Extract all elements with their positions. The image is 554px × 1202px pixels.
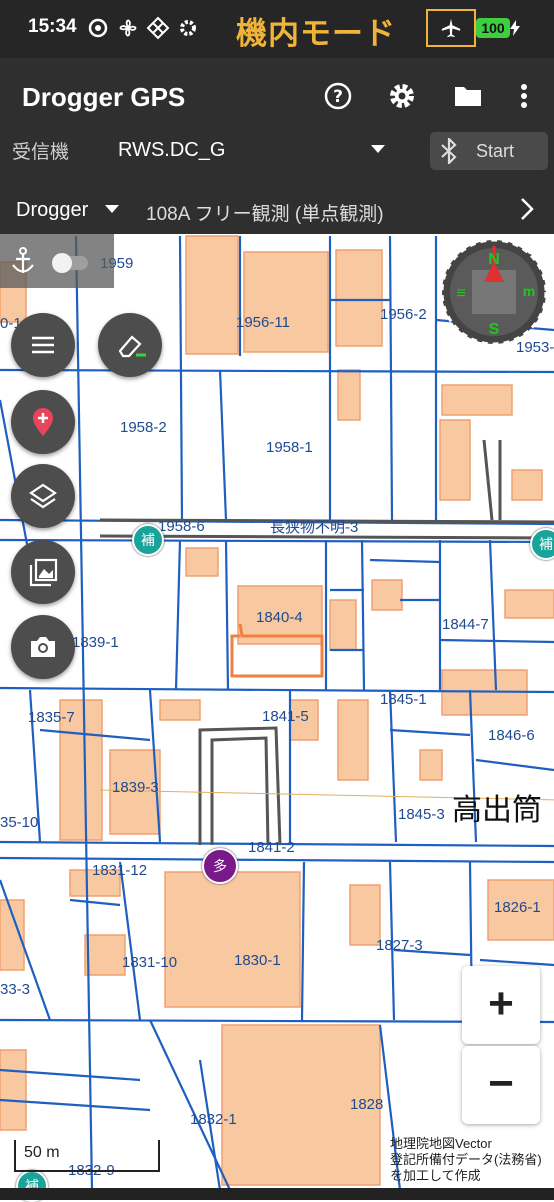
parcel-label: 1846-6 bbox=[488, 727, 535, 744]
attribution-line: 登記所備付データ(法務省) bbox=[390, 1152, 542, 1167]
eraser-button[interactable] bbox=[98, 313, 162, 377]
help-icon[interactable]: ? bbox=[322, 80, 354, 112]
status-time: 15:34 bbox=[28, 16, 77, 37]
bluetooth-icon bbox=[441, 138, 457, 164]
parcel-label: 1956-11 bbox=[236, 314, 290, 331]
parcel-label: 1840-4 bbox=[256, 609, 303, 626]
zoom-out-icon: − bbox=[488, 1059, 514, 1108]
parcel-label: 1956-2 bbox=[380, 306, 427, 323]
status-bar: 15:34 機内モード 100 bbox=[0, 0, 554, 58]
parcel-label: 1958-1 bbox=[266, 439, 313, 456]
parcel-label: 1826-1 bbox=[494, 899, 541, 916]
photo-library-icon bbox=[29, 558, 58, 587]
navigation-bar bbox=[0, 1188, 554, 1200]
parcel-label: 33-3 bbox=[0, 981, 30, 998]
parcel-label: 1835-7 bbox=[28, 709, 75, 726]
eraser-icon bbox=[118, 335, 146, 358]
receiver-select[interactable]: RWS.DC_G bbox=[118, 139, 225, 162]
battery-icon: 100 bbox=[476, 18, 510, 38]
scale-label: 50 m bbox=[24, 1144, 60, 1161]
add-point-button[interactable] bbox=[11, 390, 75, 454]
parcel-label: 1845-3 bbox=[398, 806, 445, 823]
parcel-label: 1839-1 bbox=[72, 634, 119, 651]
compass-icon[interactable]: N S ≡ m bbox=[440, 238, 548, 346]
zoom-in-icon: + bbox=[488, 979, 514, 1028]
more-icon[interactable] bbox=[508, 80, 540, 112]
parcel-label: 1832-1 bbox=[190, 1111, 237, 1128]
app-title: Drogger GPS bbox=[22, 82, 186, 112]
camera-icon bbox=[31, 637, 55, 657]
layers-button[interactable] bbox=[11, 464, 75, 528]
parcel-label: 1830-1 bbox=[234, 952, 281, 969]
parcel-label: 長狭物不明-3 bbox=[270, 519, 358, 536]
airplane-mode-label: 機内モード bbox=[236, 16, 396, 52]
anchor-panel bbox=[0, 234, 114, 288]
folder-icon[interactable] bbox=[452, 80, 484, 112]
parcel-label: 1839-3 bbox=[112, 779, 159, 796]
sync-icon bbox=[88, 18, 108, 38]
gear-icon bbox=[180, 20, 196, 36]
parcel-label: 35-10 bbox=[0, 814, 38, 831]
app-bar: Drogger GPS ? bbox=[0, 58, 554, 132]
survey-mode-label: 108A フリー観測 (単点観測) bbox=[146, 204, 384, 225]
attribution-line: を加工して作成 bbox=[390, 1168, 481, 1183]
multi-point-badge[interactable]: 多 bbox=[202, 848, 238, 884]
receiver-label: 受信機 bbox=[12, 142, 70, 163]
start-button[interactable]: Start bbox=[430, 132, 548, 170]
reference-point-badge[interactable]: 補 bbox=[530, 528, 554, 560]
charging-icon bbox=[510, 20, 520, 36]
profile-row: Drogger 108A フリー観測 (単点観測) bbox=[0, 186, 554, 234]
attribution-line: 地理院地図Vector bbox=[390, 1136, 492, 1151]
parcel-label: 1958-2 bbox=[120, 419, 167, 436]
parcel-label: 1958-6 bbox=[158, 518, 205, 535]
menu-icon bbox=[32, 336, 54, 354]
receiver-row: 受信機 RWS.DC_G Start bbox=[0, 132, 554, 187]
layers-icon bbox=[29, 483, 57, 509]
zoom-in-button[interactable]: + bbox=[462, 966, 540, 1044]
chevron-down-icon[interactable] bbox=[370, 144, 386, 154]
start-button-label: Start bbox=[476, 141, 515, 161]
svg-text:?: ? bbox=[333, 87, 343, 107]
compass-west: ≡ bbox=[456, 285, 465, 302]
parcel-label: 1953-1 bbox=[516, 339, 554, 356]
zoom-out-button[interactable]: − bbox=[462, 1046, 540, 1124]
parcel-label: 1831-10 bbox=[122, 954, 177, 971]
reference-point-badge[interactable]: 補 bbox=[132, 524, 164, 556]
fan-icon bbox=[119, 19, 137, 37]
scale-bar: 50 m bbox=[14, 1140, 160, 1172]
place-name: 高出筒 bbox=[452, 793, 542, 828]
menu-button[interactable] bbox=[11, 313, 75, 377]
chevron-down-icon[interactable] bbox=[104, 204, 120, 214]
camera-button[interactable] bbox=[11, 615, 75, 679]
parcel-label: 1841-5 bbox=[262, 708, 309, 725]
parcel-label: 1841-2 bbox=[248, 839, 295, 856]
airplane-mode-highlight bbox=[426, 9, 476, 47]
gallery-button[interactable] bbox=[11, 540, 75, 604]
parcel-label: 1845-1 bbox=[380, 691, 427, 708]
add-location-icon bbox=[33, 408, 53, 436]
compass-east: m bbox=[523, 283, 535, 299]
chevron-right-icon[interactable] bbox=[518, 196, 536, 222]
parcel-label: 1828 bbox=[350, 1096, 383, 1113]
settings-icon[interactable] bbox=[386, 80, 418, 112]
anchor-toggle[interactable] bbox=[52, 253, 88, 273]
parcel-label: 1844-7 bbox=[442, 616, 489, 633]
toggle-knob bbox=[52, 253, 72, 273]
grid-icon bbox=[146, 16, 170, 40]
parcel-label: 1831-12 bbox=[92, 862, 147, 879]
map-attribution: 地理院地図Vector 登記所備付データ(法務省) を加工して作成 bbox=[390, 1136, 554, 1184]
airplane-icon bbox=[441, 18, 461, 38]
compass-south: S bbox=[489, 321, 500, 338]
compass-north: N bbox=[488, 251, 500, 268]
profile-select[interactable]: Drogger bbox=[16, 199, 88, 222]
parcel-label: 1827-3 bbox=[376, 937, 423, 954]
anchor-icon bbox=[12, 247, 34, 273]
